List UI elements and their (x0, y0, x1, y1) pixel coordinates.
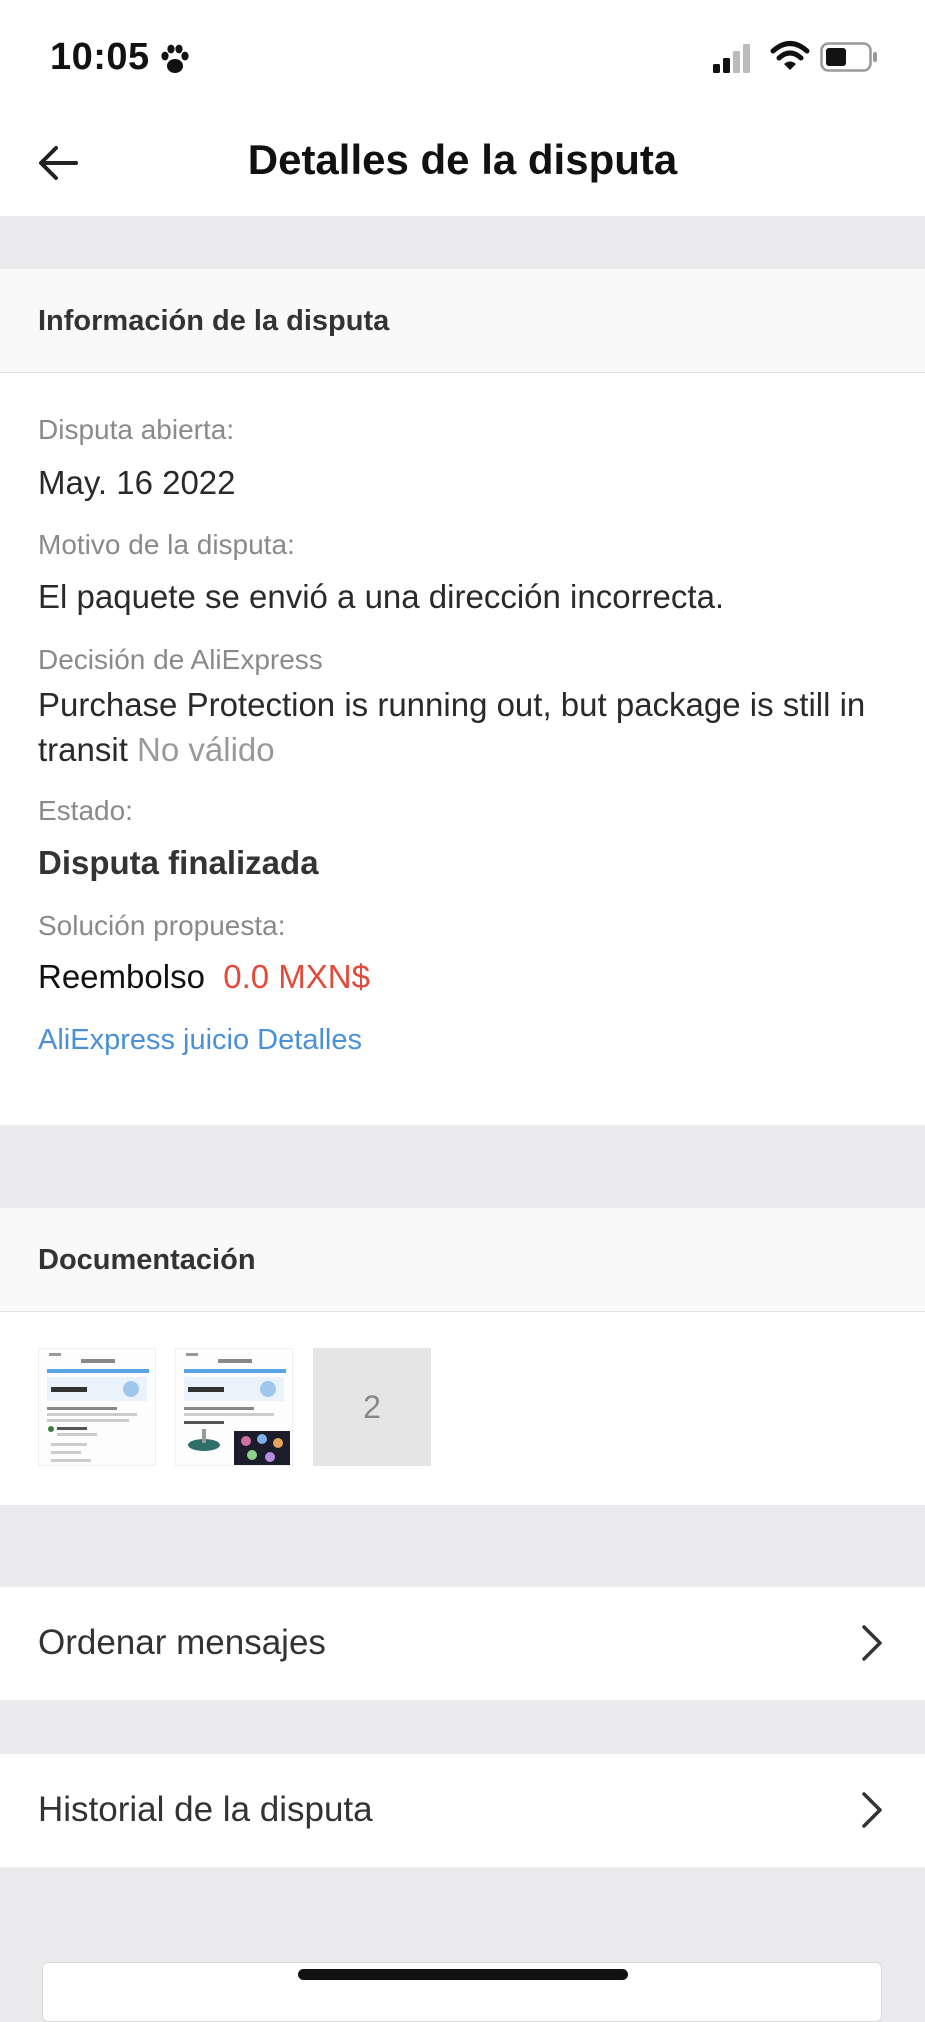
battery-icon (820, 42, 877, 72)
screenshot-thumbnail-icon (176, 1349, 292, 1465)
chevron-right-icon (862, 1792, 882, 1828)
refund-amount: 0.0 MXN$ (223, 958, 370, 995)
reason-value: El paquete se envió a una dirección inco… (38, 578, 725, 615)
order-messages-label: Ordenar mensajes (38, 1623, 326, 1662)
judgment-details-link[interactable]: AliExpress juicio Detalles (38, 1024, 362, 1057)
more-documents-count: 2 (363, 1388, 381, 1425)
opened-label: Disputa abierta: (38, 414, 235, 445)
documentation-heading: Documentación (38, 1244, 256, 1276)
state-label: Estado: (38, 795, 133, 826)
cellular-signal-icon (713, 44, 750, 73)
solution-type: Reembolso (38, 958, 205, 995)
home-indicator (298, 1969, 628, 1980)
page-title: Detalles de la disputa (247, 136, 678, 183)
dispute-history-label: Historial de la disputa (38, 1790, 373, 1829)
dispute-history-row[interactable]: Historial de la disputa (0, 1754, 925, 1867)
chevron-right-icon (862, 1625, 882, 1661)
wifi-icon (770, 41, 810, 70)
order-messages-row[interactable]: Ordenar mensajes (0, 1587, 925, 1700)
reason-label: Motivo de la disputa: (38, 529, 295, 560)
solution-label: Solución propuesta: (38, 910, 286, 941)
documentation-header: Documentación (0, 1208, 925, 1312)
dispute-info-header: Información de la disputa (0, 269, 925, 373)
state-value: Disputa finalizada (38, 844, 319, 881)
document-thumbnail-2[interactable] (175, 1348, 293, 1466)
opened-value: May. 16 2022 (38, 464, 236, 501)
decision-status: No válido (137, 731, 275, 768)
more-documents-tile[interactable]: 2 (313, 1348, 431, 1466)
paw-icon (161, 44, 189, 73)
decision-label: Decisión de AliExpress (38, 644, 323, 675)
screenshot-thumbnail-icon (39, 1349, 155, 1465)
status-time: 10:05 (50, 36, 150, 78)
status-bar: 10:05 (0, 0, 925, 110)
solution-value: Reembolso 0.0 MXN$ (38, 958, 370, 996)
dispute-info-heading: Información de la disputa (38, 305, 390, 337)
decision-text: Purchase Protection is running out, but … (38, 682, 888, 772)
nav-bar: Detalles de la disputa (0, 110, 925, 216)
document-thumbnail-1[interactable] (38, 1348, 156, 1466)
